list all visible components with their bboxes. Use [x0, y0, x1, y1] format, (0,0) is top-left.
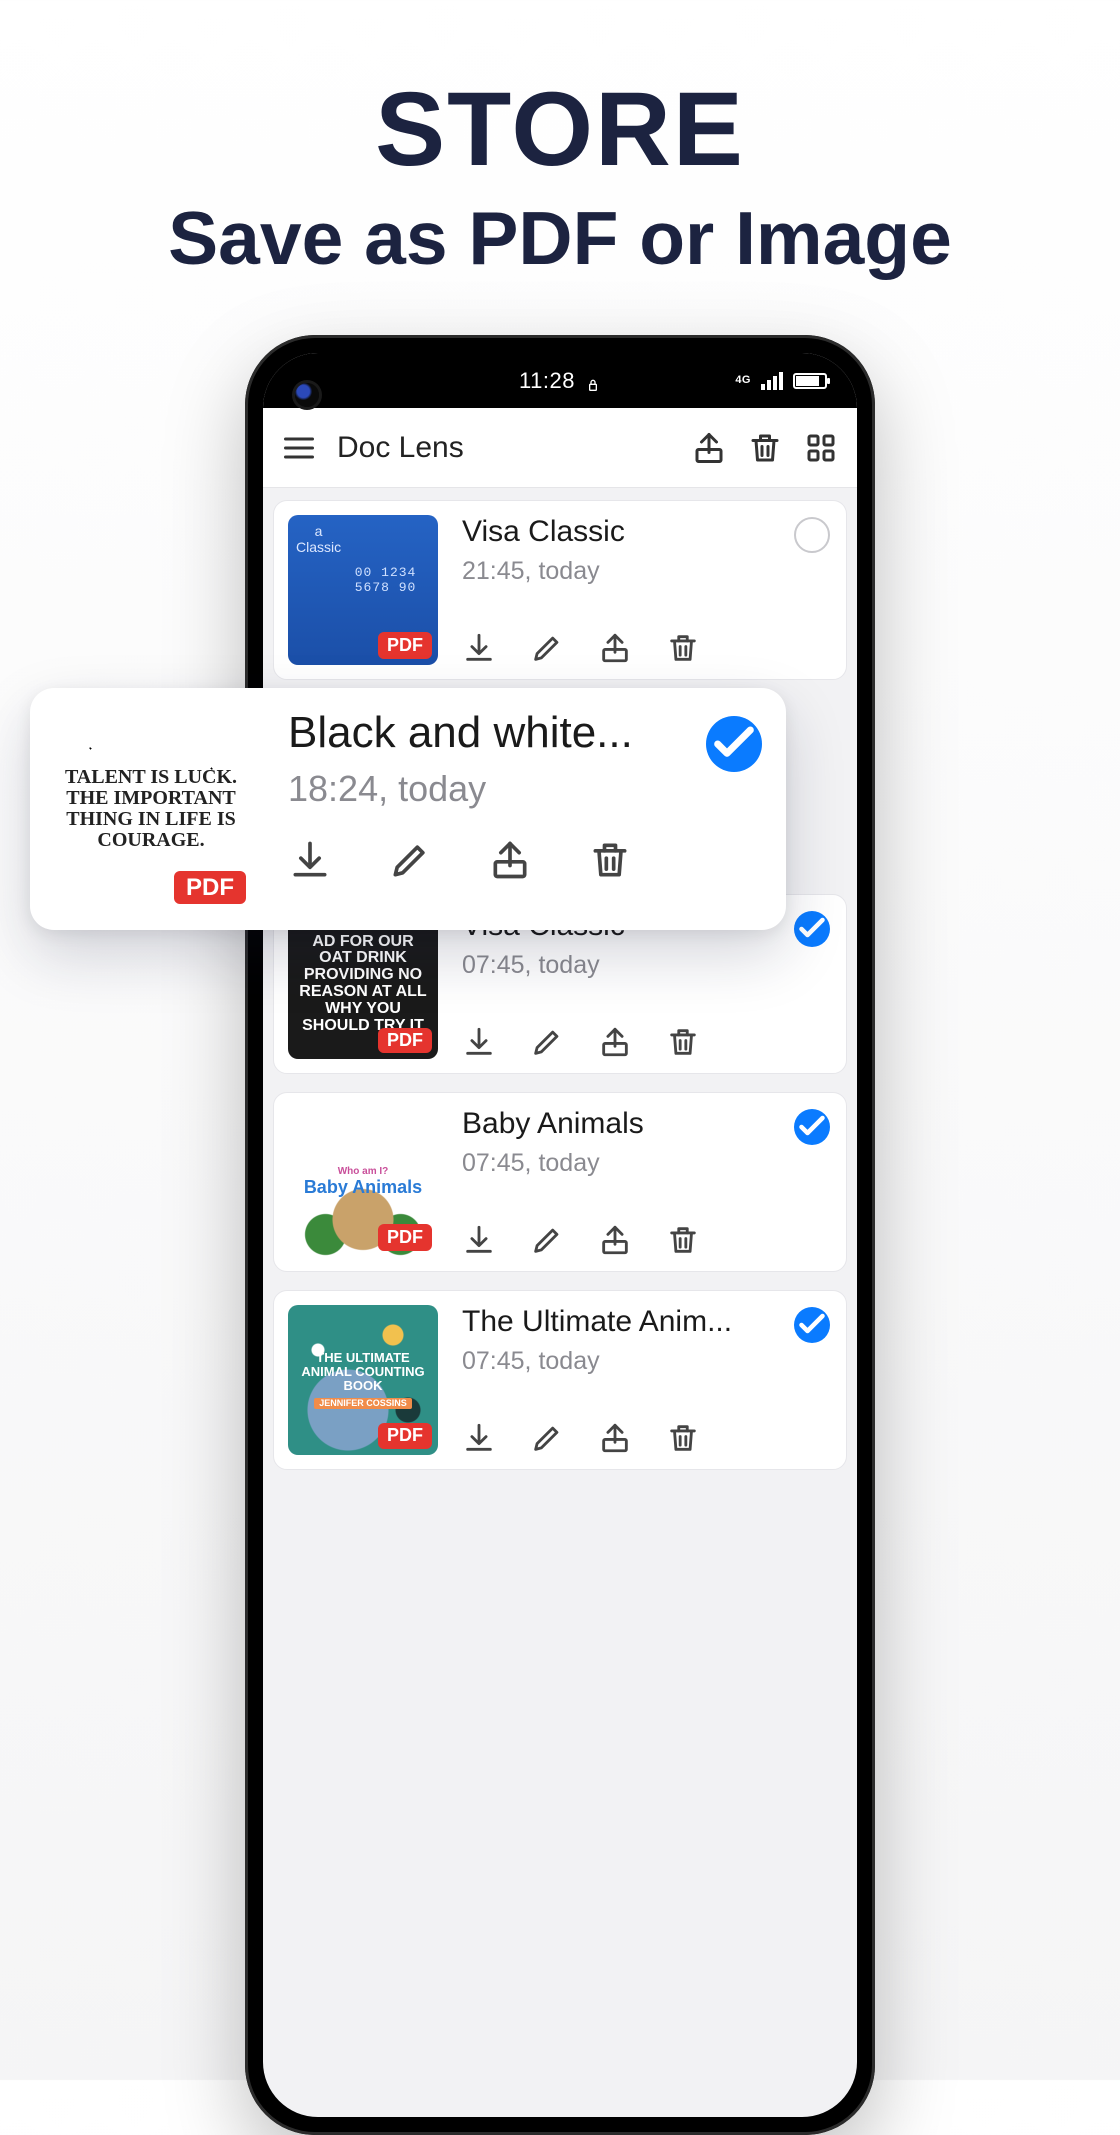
trash-icon[interactable]: [666, 1421, 700, 1455]
trash-icon[interactable]: [666, 1025, 700, 1059]
pdf-badge: PDF: [378, 1028, 432, 1053]
grid-view-icon[interactable]: [803, 430, 839, 466]
share-icon[interactable]: [598, 631, 632, 665]
share-icon[interactable]: [488, 838, 532, 882]
pdf-badge: PDF: [174, 871, 246, 904]
document-time: 07:45, today: [462, 951, 832, 980]
select-checkbox[interactable]: [794, 517, 830, 553]
trash-icon[interactable]: [588, 838, 632, 882]
pdf-badge: PDF: [378, 1423, 432, 1449]
document-time: 21:45, today: [462, 557, 832, 586]
share-icon[interactable]: [691, 430, 727, 466]
camera-dot: [295, 383, 319, 407]
download-icon[interactable]: [462, 631, 496, 665]
document-time: 07:45, today: [462, 1347, 832, 1376]
edit-icon[interactable]: [530, 1223, 564, 1257]
share-icon[interactable]: [598, 1223, 632, 1257]
document-thumbnail: a Classic 00 1234 5678 90 PDF: [288, 515, 438, 665]
download-icon[interactable]: [462, 1223, 496, 1257]
document-title: Baby Animals: [462, 1107, 832, 1141]
phone-screen: 11:28 4G Doc Lens a Classic 00 1234 5: [263, 353, 857, 2117]
menu-icon[interactable]: [281, 430, 317, 466]
status-bar: 11:28 4G: [263, 353, 857, 408]
document-thumbnail: THE ULTIMATE ANIMAL COUNTING BOOK JENNIF…: [288, 1305, 438, 1455]
pdf-badge: PDF: [378, 632, 432, 659]
download-icon[interactable]: [288, 838, 332, 882]
document-time: 18:24, today: [288, 768, 766, 810]
app-title: Doc Lens: [337, 431, 464, 465]
lock-icon: [585, 373, 601, 389]
status-time: 11:28: [519, 368, 575, 394]
share-icon[interactable]: [598, 1025, 632, 1059]
select-checkbox[interactable]: [794, 1307, 830, 1343]
edit-icon[interactable]: [530, 1025, 564, 1059]
trash-icon[interactable]: [747, 430, 783, 466]
document-card[interactable]: THE ULTIMATE ANIMAL COUNTING BOOK JENNIF…: [273, 1290, 847, 1470]
edit-icon[interactable]: [530, 1421, 564, 1455]
phone-frame: 11:28 4G Doc Lens a Classic 00 1234 5: [245, 335, 875, 2135]
download-icon[interactable]: [462, 1025, 496, 1059]
select-checkbox[interactable]: [706, 716, 762, 772]
share-icon[interactable]: [598, 1421, 632, 1455]
select-checkbox[interactable]: [794, 1109, 830, 1145]
document-time: 07:45, today: [462, 1149, 832, 1178]
download-icon[interactable]: [462, 1421, 496, 1455]
document-title: The Ultimate Anim...: [462, 1305, 832, 1339]
document-thumbnail: TALENT IS LUCK. THE IMPORTANT THING IN L…: [50, 708, 252, 910]
document-thumbnail: AD FOR OUR OAT DRINK PROVIDING NO REASON…: [288, 909, 438, 1059]
trash-icon[interactable]: [666, 1223, 700, 1257]
document-list: a Classic 00 1234 5678 90 PDF Visa Class…: [263, 488, 857, 1482]
pdf-badge: PDF: [378, 1224, 432, 1251]
trash-icon[interactable]: [666, 631, 700, 665]
document-card[interactable]: a Classic 00 1234 5678 90 PDF Visa Class…: [273, 500, 847, 680]
document-thumbnail: Who am I? Baby Animals PDF: [288, 1107, 438, 1257]
document-title: Black and white...: [288, 708, 766, 758]
document-card[interactable]: Who am I? Baby Animals PDF Baby Animals …: [273, 1092, 847, 1272]
document-card-highlighted[interactable]: TALENT IS LUCK. THE IMPORTANT THING IN L…: [30, 688, 786, 930]
network-4g-label: 4G: [735, 375, 751, 386]
edit-icon[interactable]: [388, 838, 432, 882]
edit-icon[interactable]: [530, 631, 564, 665]
signal-icon: [761, 372, 783, 390]
battery-icon: [793, 373, 827, 389]
app-header: Doc Lens: [263, 408, 857, 488]
select-checkbox[interactable]: [794, 911, 830, 947]
document-title: Visa Classic: [462, 515, 832, 549]
